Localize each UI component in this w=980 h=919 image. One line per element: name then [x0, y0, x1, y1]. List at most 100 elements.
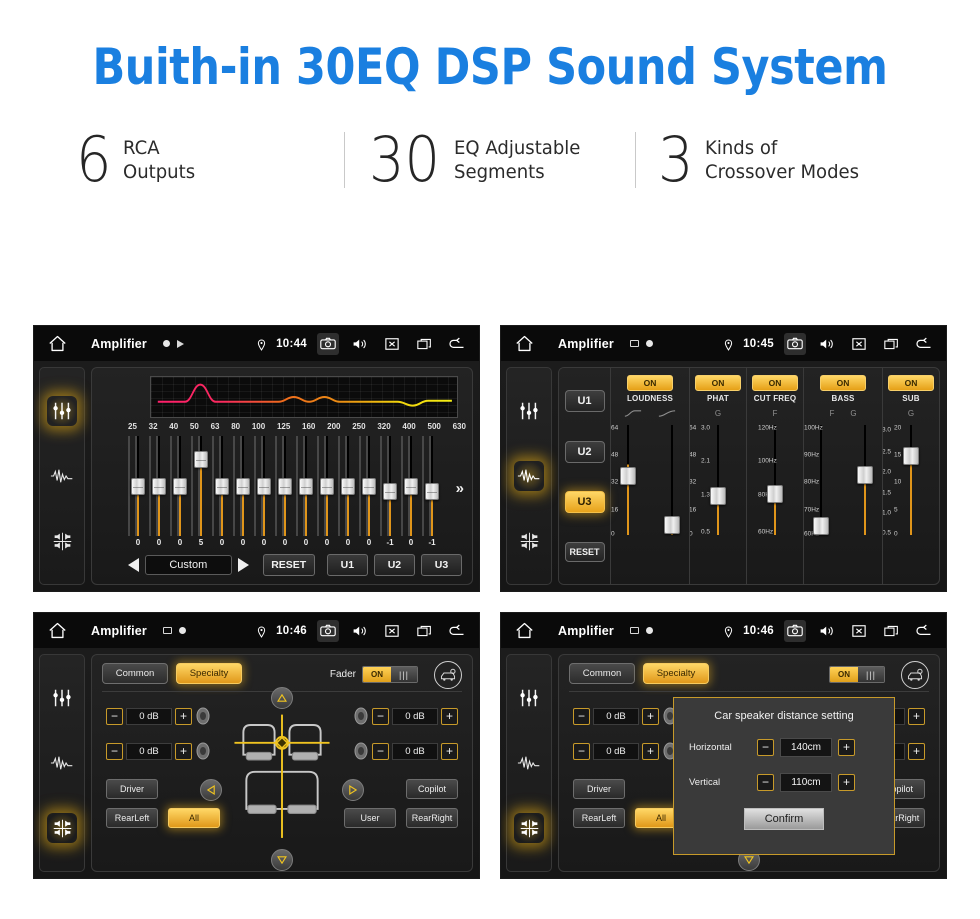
seat-rearleft-button[interactable]: RearLeft	[573, 808, 625, 828]
tab-common[interactable]: Common	[102, 663, 168, 684]
loudness-slider-left[interactable]: 64 48 32 16 0	[611, 421, 645, 539]
car-seat-diagram[interactable]	[230, 691, 334, 863]
plus-button[interactable]: +	[642, 742, 659, 760]
balance-fader-icon[interactable]	[514, 526, 544, 556]
equalizer-icon[interactable]	[514, 683, 544, 713]
waveform-icon[interactable]	[47, 461, 77, 491]
waveform-icon[interactable]	[47, 748, 77, 778]
reset-button[interactable]: RESET	[262, 554, 315, 576]
waveform-icon[interactable]	[514, 748, 544, 778]
eq-slider[interactable]	[212, 436, 232, 536]
fader-toggle[interactable]: ON |||	[829, 666, 885, 683]
minus-button[interactable]: −	[372, 742, 389, 760]
plus-button[interactable]: +	[838, 774, 855, 791]
fader-toggle[interactable]: ON |||	[362, 666, 418, 683]
next-bands-icon[interactable]: »	[456, 480, 464, 497]
back-icon[interactable]	[912, 620, 934, 642]
loudness-toggle[interactable]: ON	[627, 375, 673, 391]
seat-rearleft-button[interactable]: RearLeft	[106, 808, 158, 828]
minus-button[interactable]: −	[757, 739, 774, 756]
eq-slider[interactable]	[338, 436, 358, 536]
equalizer-icon[interactable]	[47, 395, 77, 426]
close-box-icon[interactable]	[848, 620, 870, 642]
home-icon[interactable]	[515, 622, 534, 639]
minus-button[interactable]: −	[106, 742, 123, 760]
eq-slider[interactable]	[380, 436, 400, 536]
next-preset-button[interactable]	[237, 558, 249, 572]
plus-button[interactable]: +	[642, 707, 659, 725]
confirm-button[interactable]: Confirm	[744, 808, 824, 830]
volume-icon[interactable]	[816, 333, 838, 355]
phat-toggle[interactable]: ON	[695, 375, 741, 391]
sub-toggle[interactable]: ON	[888, 375, 934, 391]
eq-slider[interactable]	[191, 436, 211, 536]
camera-icon[interactable]	[317, 332, 339, 355]
eq-slider[interactable]	[422, 436, 442, 536]
tab-common[interactable]: Common	[569, 663, 635, 684]
plus-button[interactable]: +	[175, 707, 192, 725]
eq-slider[interactable]	[275, 436, 295, 536]
cutfreq-toggle[interactable]: ON	[752, 375, 798, 391]
plus-button[interactable]: +	[175, 742, 192, 760]
nav-up-button[interactable]	[271, 687, 293, 709]
eq-slider[interactable]	[128, 436, 148, 536]
equalizer-icon[interactable]	[47, 683, 77, 713]
preset-u2-button[interactable]: U2	[373, 554, 415, 576]
volume-icon[interactable]	[349, 620, 371, 642]
eq-slider[interactable]	[296, 436, 316, 536]
minus-button[interactable]: −	[573, 742, 590, 760]
seat-rearright-button[interactable]: RearRight	[406, 808, 458, 828]
eq-slider[interactable]	[254, 436, 274, 536]
eq-slider[interactable]	[359, 436, 379, 536]
nav-left-button[interactable]	[200, 779, 222, 801]
phat-slider-g[interactable]: 3.0 2.1 1.3 0.5	[701, 421, 735, 539]
car-settings-icon[interactable]	[434, 661, 462, 689]
seat-user-button[interactable]: User	[344, 808, 396, 828]
seat-all-button[interactable]: All	[168, 808, 220, 828]
volume-icon[interactable]	[349, 333, 371, 355]
multitask-icon[interactable]	[880, 333, 902, 355]
tab-specialty[interactable]: Specialty	[643, 663, 709, 684]
balance-fader-icon[interactable]	[47, 526, 77, 556]
home-icon[interactable]	[48, 335, 67, 352]
minus-button[interactable]: −	[372, 707, 389, 725]
back-icon[interactable]	[445, 333, 467, 355]
plus-button[interactable]: +	[838, 739, 855, 756]
nav-down-button[interactable]	[271, 849, 293, 871]
camera-icon[interactable]	[784, 619, 806, 642]
eq-slider[interactable]	[401, 436, 421, 536]
bass-slider-f[interactable]: 100Hz 90Hz 80Hz 70Hz 60Hz	[804, 421, 838, 539]
car-settings-icon[interactable]	[901, 661, 929, 689]
camera-icon[interactable]	[784, 332, 806, 355]
preset-name[interactable]: Custom	[145, 555, 232, 575]
minus-button[interactable]: −	[573, 707, 590, 725]
eq-slider[interactable]	[233, 436, 253, 536]
waveform-icon[interactable]	[514, 460, 544, 491]
camera-icon[interactable]	[317, 619, 339, 642]
preset-u3-button[interactable]: U3	[420, 554, 463, 576]
sub-slider-g[interactable]: 20 15 10 5 0	[894, 421, 928, 539]
back-icon[interactable]	[912, 333, 934, 355]
multitask-icon[interactable]	[413, 333, 435, 355]
plus-button[interactable]: +	[908, 707, 925, 725]
plus-button[interactable]: +	[441, 742, 458, 760]
home-icon[interactable]	[515, 335, 534, 352]
home-icon[interactable]	[48, 622, 67, 639]
balance-fader-icon[interactable]	[47, 813, 77, 844]
volume-icon[interactable]	[816, 620, 838, 642]
eq-slider[interactable]	[317, 436, 337, 536]
seat-driver-button[interactable]: Driver	[106, 779, 158, 799]
close-box-icon[interactable]	[381, 620, 403, 642]
reset-button[interactable]: RESET	[564, 541, 605, 562]
minus-button[interactable]: −	[106, 707, 123, 725]
back-icon[interactable]	[445, 620, 467, 642]
preset-u1-button[interactable]: U1	[326, 554, 368, 576]
nav-right-button[interactable]	[342, 779, 364, 801]
tab-specialty[interactable]: Specialty	[176, 663, 242, 684]
plus-button[interactable]: +	[908, 742, 925, 760]
multitask-icon[interactable]	[880, 620, 902, 642]
close-box-icon[interactable]	[848, 333, 870, 355]
minus-button[interactable]: −	[757, 774, 774, 791]
plus-button[interactable]: +	[441, 707, 458, 725]
seat-copilot-button[interactable]: Copilot	[406, 779, 458, 799]
